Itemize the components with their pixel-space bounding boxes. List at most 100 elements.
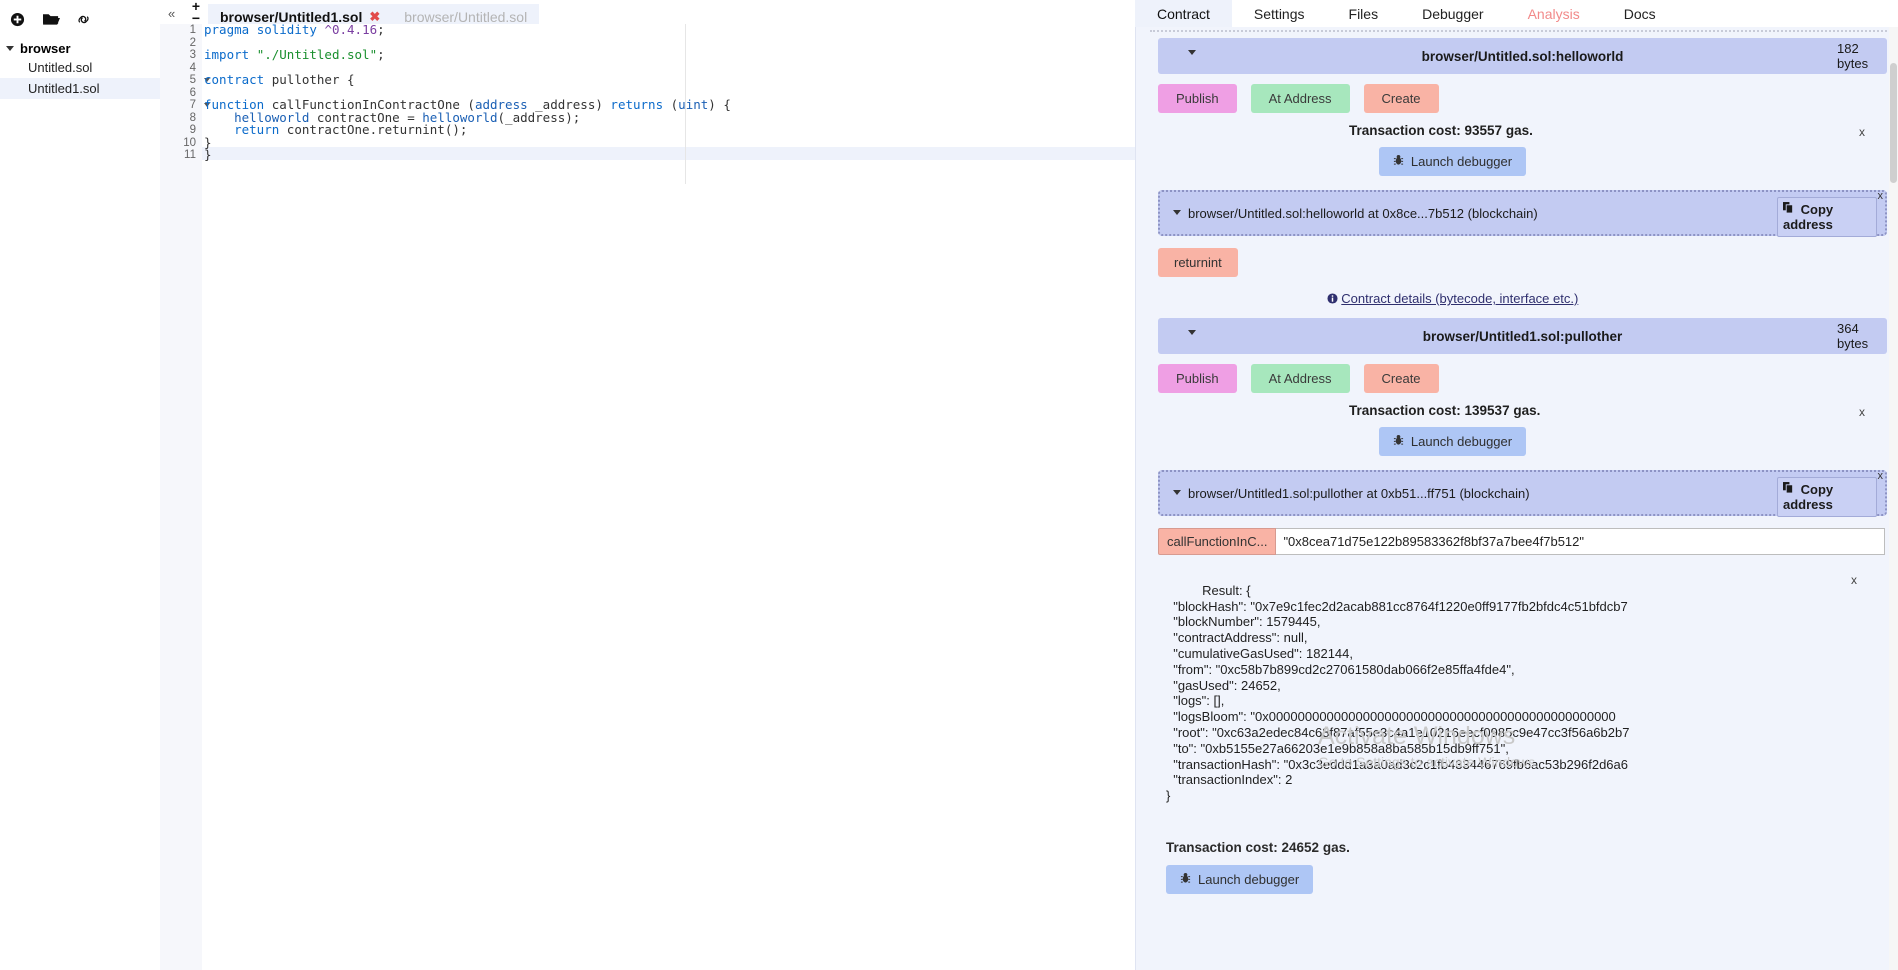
file-tree: browser Untitled.sol Untitled1.sol — [0, 40, 160, 99]
chevron-down-icon[interactable] — [1173, 490, 1181, 495]
contract-details-link[interactable]: Contract details (bytecode, interface et… — [1136, 291, 1898, 306]
right-panel-tab-bar: Contract Settings Files Debugger Analysi… — [1135, 0, 1898, 28]
tab-debugger[interactable]: Debugger — [1400, 0, 1506, 28]
create-button[interactable]: Create — [1363, 84, 1439, 113]
chevron-down-icon[interactable] — [1188, 330, 1196, 335]
line-number: 10 — [183, 136, 196, 149]
transaction-result: Result: { "blockHash": "0x7e9c1fec2d2aca… — [1166, 567, 1898, 836]
line-number: 1 — [189, 24, 196, 36]
line-number: 5 — [160, 74, 210, 87]
line-number: 8 — [189, 111, 196, 124]
launch-debugger-button[interactable]: Launch debugger — [1166, 864, 1314, 894]
file-tree-root-browser[interactable]: browser — [0, 40, 160, 57]
file-tree-root-label: browser — [20, 41, 71, 56]
right-panel: » Contract Settings Files Debugger Analy… — [1135, 0, 1898, 970]
code-lines[interactable]: pragma solidity ^0.4.16; import "./Untit… — [204, 22, 1135, 162]
result-text: Result: { "blockHash": "0x7e9c1fec2d2aca… — [1166, 582, 1630, 804]
line-number: 11 — [184, 149, 196, 161]
at-address-button[interactable]: At Address — [1250, 84, 1350, 113]
deployed-instance[interactable]: browser/Untitled1.sol:pullother at 0xb51… — [1158, 470, 1887, 517]
tab-docs[interactable]: Docs — [1602, 0, 1678, 28]
contract-header[interactable]: browser/Untitled1.sol:pullother 364 byte… — [1158, 318, 1887, 354]
line-number: 2 — [189, 36, 196, 49]
deployed-instance[interactable]: browser/Untitled.sol:helloworld at 0x8ce… — [1158, 190, 1887, 237]
launch-debugger-label: Launch debugger — [1198, 871, 1300, 887]
divider — [1150, 30, 1887, 32]
file-explorer-toolbar — [0, 0, 160, 30]
close-icon[interactable]: x — [1851, 573, 1857, 589]
launch-debugger-label: Launch debugger — [1410, 154, 1513, 169]
contract-details-label: Contract details (bytecode, interface et… — [1341, 291, 1579, 306]
code-line: contract pullother { — [204, 72, 355, 87]
function-argument-input[interactable] — [1276, 528, 1885, 555]
file-item-untitled1-sol[interactable]: Untitled1.sol — [0, 78, 160, 99]
contract-header[interactable]: browser/Untitled.sol:helloworld 182 byte… — [1158, 38, 1887, 74]
file-explorer-panel: browser Untitled.sol Untitled1.sol — [0, 0, 160, 970]
contract-action-buttons: Publish At Address Create — [1158, 364, 1898, 393]
transaction-cost-text: Transaction cost: 93557 gas. — [1349, 123, 1533, 138]
bug-icon — [1393, 434, 1404, 449]
editor-panel: « + − browser/Untitled1.sol ✖ browser/Un… — [160, 0, 1135, 970]
instance-title: browser/Untitled.sol:helloworld at 0x8ce… — [1188, 205, 1538, 221]
instance-title: browser/Untitled1.sol:pullother at 0xb51… — [1188, 485, 1530, 501]
remix-ide-window: browser Untitled.sol Untitled1.sol « + −… — [0, 0, 1898, 970]
right-panel-scrollbar[interactable] — [1889, 27, 1898, 970]
code-line: } — [204, 134, 212, 150]
code-line: import "./Untitled.sol"; — [204, 47, 385, 62]
tab-analysis[interactable]: Analysis — [1506, 0, 1602, 28]
copy-address-button[interactable]: Copy address — [1777, 197, 1877, 237]
tab-files[interactable]: Files — [1327, 0, 1401, 28]
code-line: return contractOne.returnint(); — [234, 122, 468, 137]
copy-icon — [1783, 482, 1798, 497]
copy-address-button[interactable]: Copy address — [1777, 477, 1877, 517]
open-folder-icon[interactable] — [43, 12, 60, 27]
tab-contract[interactable]: Contract — [1135, 0, 1232, 28]
line-number: 3 — [189, 49, 196, 61]
font-decrease-button[interactable]: − — [188, 11, 204, 25]
create-file-icon[interactable] — [10, 12, 25, 27]
chevron-down-icon[interactable] — [1173, 210, 1181, 215]
tab-settings[interactable]: Settings — [1232, 0, 1327, 28]
copy-link-icon[interactable] — [76, 12, 91, 27]
launch-debugger-button[interactable]: Launch debugger — [1378, 427, 1527, 456]
function-button-callfunctionincontractone[interactable]: callFunctionInC... — [1158, 528, 1277, 555]
chevron-down-icon — [6, 46, 14, 51]
code-line: pragma solidity ^0.4.16; — [204, 22, 385, 37]
instance-function-row: callFunctionInC... — [1158, 528, 1898, 555]
line-number: 4 — [189, 61, 196, 74]
publish-button[interactable]: Publish — [1158, 84, 1237, 113]
create-button[interactable]: Create — [1363, 364, 1439, 393]
scrollbar-thumb[interactable] — [1890, 63, 1897, 183]
bottom-launch-debugger-row: Launch debugger — [1166, 864, 1898, 894]
tab-label: browser/Untitled.sol — [404, 9, 528, 25]
transaction-cost-text: Transaction cost: 139537 gas. — [1349, 403, 1541, 418]
close-icon[interactable]: x — [1878, 190, 1884, 202]
line-number: 7 — [160, 99, 210, 112]
close-icon[interactable]: x — [1878, 470, 1884, 482]
transaction-cost: Transaction cost: 93557 gas. x — [1136, 123, 1898, 139]
result-transaction-cost: Transaction cost: 24652 gas. — [1166, 839, 1350, 855]
function-button-returnint[interactable]: returnint — [1158, 248, 1238, 277]
publish-button[interactable]: Publish — [1158, 364, 1237, 393]
launch-debugger-label: Launch debugger — [1410, 434, 1513, 449]
collapse-panel-icon[interactable]: « — [168, 6, 175, 21]
at-address-button[interactable]: At Address — [1250, 364, 1350, 393]
launch-debugger-row: Launch debugger — [1136, 147, 1898, 176]
contract-card-pullother: browser/Untitled1.sol:pullother 364 byte… — [1136, 318, 1898, 894]
contract-name: browser/Untitled.sol:helloworld — [1421, 48, 1624, 64]
close-icon[interactable]: x — [1859, 405, 1865, 419]
contract-size: 364 bytes — [1837, 321, 1869, 351]
line-number-gutter: 1 2 3 4 5 6 7 8 9 10 11 — [160, 24, 210, 970]
bug-icon — [1180, 872, 1191, 887]
contract-name: browser/Untitled1.sol:pullother — [1422, 328, 1623, 344]
launch-debugger-button[interactable]: Launch debugger — [1378, 147, 1527, 176]
chevron-down-icon[interactable] — [1188, 50, 1196, 55]
file-item-untitled-sol[interactable]: Untitled.sol — [0, 57, 160, 78]
bug-icon — [1393, 154, 1404, 169]
close-icon[interactable]: x — [1859, 125, 1865, 139]
launch-debugger-row: Launch debugger — [1136, 427, 1898, 456]
contract-size: 182 bytes — [1837, 41, 1869, 71]
contract-card-helloworld: browser/Untitled.sol:helloworld 182 byte… — [1136, 38, 1898, 306]
code-line: } — [204, 147, 212, 162]
code-editor[interactable]: 1 2 3 4 5 6 7 8 9 10 11 pragma solidity … — [160, 22, 1135, 970]
